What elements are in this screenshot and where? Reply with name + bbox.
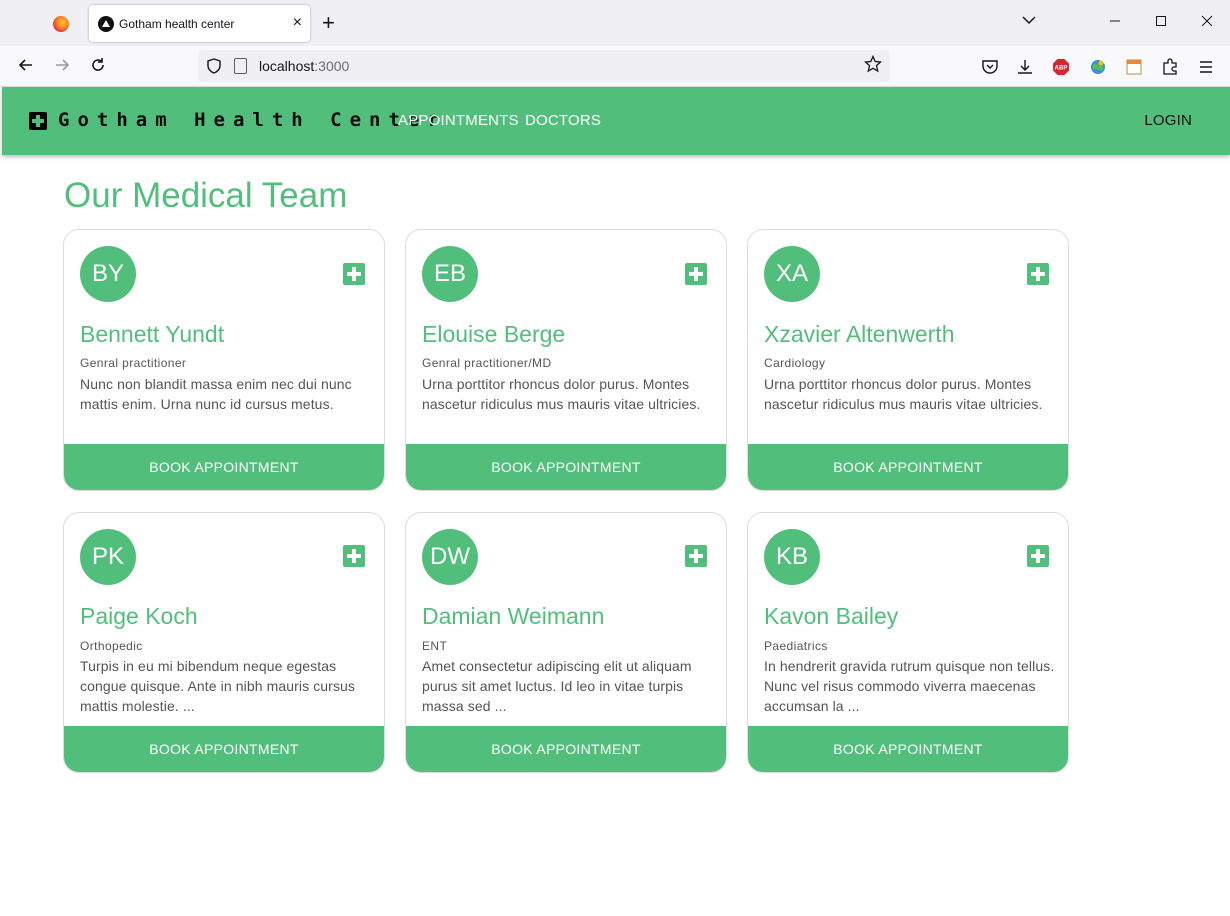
doctor-description: Nunc non blandit massa enim nec dui nunc… <box>80 376 352 412</box>
firefox-icon[interactable] <box>53 16 69 32</box>
doctor-description: Urna porttitor rhoncus dolor purus. Mont… <box>764 376 1043 412</box>
doctor-name: Elouise Berge <box>422 321 566 347</box>
new-tab-button[interactable]: + <box>322 11 335 35</box>
site-header: Gotham Health Center APPOINTMENTS DOCTOR… <box>2 87 1230 155</box>
back-arrow-icon[interactable] <box>13 54 39 80</box>
doctor-card: DW Damian Weimann ENT Amet consectetur a… <box>405 512 727 773</box>
pocket-icon[interactable] <box>981 58 999 76</box>
doctor-name: Paige Koch <box>80 603 198 629</box>
brand-title[interactable]: Gotham Health Center <box>58 109 447 131</box>
reload-icon[interactable] <box>85 54 111 80</box>
close-window-button[interactable] <box>1192 10 1222 36</box>
doctor-specialty: Genral practitioner <box>80 356 187 370</box>
doctor-name: Xzavier Altenwerth <box>764 321 955 347</box>
tab-title: Gotham health center <box>119 17 235 31</box>
medical-cross-icon <box>685 545 707 567</box>
doctor-specialty: Paediatrics <box>764 639 828 653</box>
url-text[interactable]: localhost:3000 <box>259 58 349 74</box>
extension-calendar-icon[interactable] <box>1125 58 1143 76</box>
medical-cross-icon <box>1027 545 1049 567</box>
book-appointment-button[interactable]: BOOK APPOINTMENT <box>748 444 1068 490</box>
medical-cross-icon <box>685 263 707 285</box>
medical-cross-icon <box>1027 263 1049 285</box>
book-appointment-button[interactable]: BOOK APPOINTMENT <box>748 726 1068 772</box>
doctor-name: Damian Weimann <box>422 603 605 629</box>
adblock-icon[interactable]: ABP <box>1052 58 1070 76</box>
tab-close-icon[interactable]: × <box>293 13 302 33</box>
book-appointment-button[interactable]: BOOK APPOINTMENT <box>406 726 726 772</box>
tab-list-chevron-icon[interactable] <box>1022 12 1036 30</box>
extension-globe-icon[interactable] <box>1089 58 1107 76</box>
maximize-button[interactable] <box>1146 10 1176 36</box>
downloads-icon[interactable] <box>1016 58 1034 76</box>
hamburger-menu-icon[interactable] <box>1197 58 1215 76</box>
book-appointment-button[interactable]: BOOK APPOINTMENT <box>64 444 384 490</box>
tab-favicon-icon <box>98 16 114 32</box>
doctor-description: Turpis in eu mi bibendum neque egestas c… <box>80 658 356 714</box>
login-link[interactable]: LOGIN <box>1144 112 1192 129</box>
nav-appointments-link[interactable]: APPOINTMENTS <box>398 112 519 129</box>
avatar: EB <box>422 246 478 302</box>
extensions-puzzle-icon[interactable] <box>1161 58 1179 76</box>
doctor-card: PK Paige Koch Orthopedic Turpis in eu mi… <box>63 512 385 773</box>
doctor-description: Amet consectetur adipiscing elit ut aliq… <box>422 658 692 714</box>
doctor-description: In hendrerit gravida rutrum quisque non … <box>764 658 1055 714</box>
doctor-card: BY Bennett Yundt Genral practitioner Nun… <box>63 229 385 491</box>
doctor-card: KB Kavon Bailey Paediatrics In hendrerit… <box>747 512 1069 773</box>
doctor-card: EB Elouise Berge Genral practitioner/MD … <box>405 229 727 491</box>
tracking-shield-icon[interactable] <box>206 58 222 74</box>
medical-cross-icon <box>29 112 47 130</box>
book-appointment-button[interactable]: BOOK APPOINTMENT <box>64 726 384 772</box>
nav-doctors-link[interactable]: DOCTORS <box>525 112 601 129</box>
doctor-specialty: Cardiology <box>764 356 826 370</box>
doctor-card: XA Xzavier Altenwerth Cardiology Urna po… <box>747 229 1069 491</box>
svg-text:ABP: ABP <box>1055 66 1068 72</box>
avatar: PK <box>80 529 136 585</box>
doctor-description: Urna porttitor rhoncus dolor purus. Mont… <box>422 376 701 412</box>
browser-tab-strip: Gotham health center × + <box>0 0 1230 46</box>
book-appointment-button[interactable]: BOOK APPOINTMENT <box>406 444 726 490</box>
doctor-name: Kavon Bailey <box>764 603 899 629</box>
forward-arrow-icon[interactable] <box>49 54 75 80</box>
avatar: BY <box>80 246 136 302</box>
bookmark-star-icon[interactable] <box>863 54 883 78</box>
avatar: XA <box>764 246 820 302</box>
avatar: KB <box>764 529 820 585</box>
medical-cross-icon <box>343 545 365 567</box>
minimize-button[interactable] <box>1100 10 1130 36</box>
doctor-specialty: Orthopedic <box>80 639 143 653</box>
medical-cross-icon <box>343 263 365 285</box>
doctor-specialty: ENT <box>422 639 448 653</box>
doctor-specialty: Genral practitioner/MD <box>422 356 552 370</box>
address-bar[interactable]: localhost:3000 <box>198 50 890 82</box>
page-title: Our Medical Team <box>64 176 348 215</box>
page-info-icon[interactable] <box>234 58 247 74</box>
doctor-name: Bennett Yundt <box>80 321 225 347</box>
browser-toolbar: localhost:3000 ABP <box>0 46 1230 87</box>
avatar: DW <box>422 529 478 585</box>
browser-tab-active[interactable]: Gotham health center × <box>89 5 310 42</box>
